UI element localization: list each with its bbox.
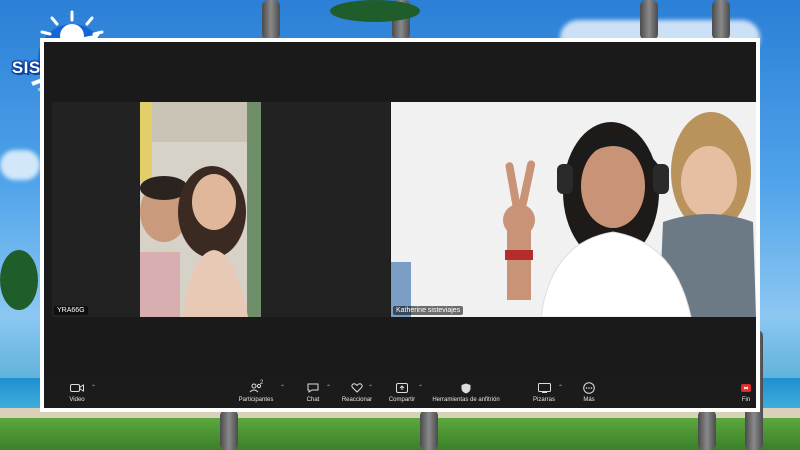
participant-1-name: YRA66G <box>54 306 88 315</box>
meeting-controls-bar: Video ⌃ 2 Participantes ⌃ Chat ⌃ Reaccio… <box>44 380 756 408</box>
host-tools-label: Herramientas de anfitrión <box>432 397 500 403</box>
share-button[interactable]: Compartir <box>382 380 422 408</box>
more-dots-icon <box>583 380 595 396</box>
react-options-chevron-icon[interactable]: ⌃ <box>368 384 373 391</box>
video-options-chevron-icon[interactable]: ⌃ <box>91 384 96 391</box>
chat-options-chevron-icon[interactable]: ⌃ <box>326 384 331 391</box>
share-label: Compartir <box>388 397 416 403</box>
chat-bubble-icon <box>307 380 319 396</box>
participants-count: 2 <box>260 380 264 386</box>
video-button[interactable]: Video <box>62 380 92 408</box>
top-bar <box>44 42 756 100</box>
whiteboard-icon <box>537 380 551 396</box>
participant-1-video <box>52 102 390 317</box>
palm-trunk <box>712 0 730 40</box>
whiteboard-options-chevron-icon[interactable]: ⌃ <box>558 384 563 391</box>
participant-2-video <box>391 102 756 317</box>
participants-options-chevron-icon[interactable]: ⌃ <box>280 384 285 391</box>
participants-icon: 2 <box>249 380 263 396</box>
video-tile-participant-1[interactable]: YRA66G <box>52 102 390 317</box>
chat-label: Chat <box>306 397 320 403</box>
meeting-stage: YRA66G Katherine sisteviajes Video ⌃ 2 P… <box>44 42 756 408</box>
react-label: Reaccionar <box>341 397 373 403</box>
palm-leaves <box>330 0 420 22</box>
end-call-icon <box>740 380 752 396</box>
palm-trunk <box>640 0 658 40</box>
participants-button[interactable]: 2 Participantes <box>236 380 276 408</box>
whiteboard-label: Pizarras <box>532 397 555 403</box>
end-meeting-button[interactable]: Fin <box>736 380 756 408</box>
meeting-window: YRA66G Katherine sisteviajes Video ⌃ 2 P… <box>40 38 760 412</box>
palm-trunk <box>698 410 716 450</box>
more-label: Más <box>583 397 595 403</box>
grass <box>0 418 800 450</box>
video-camera-icon <box>70 380 84 396</box>
more-button[interactable]: Más <box>574 380 604 408</box>
cloud <box>0 150 40 180</box>
palm-leaves <box>0 250 38 310</box>
participants-label: Participantes <box>238 397 274 403</box>
host-tools-button[interactable]: Herramientas de anfitrión <box>430 380 502 408</box>
participant-2-name: Katherine sisteviajes <box>393 306 464 315</box>
end-label: Fin <box>741 397 751 403</box>
palm-trunk <box>220 410 238 450</box>
palm-trunk <box>262 0 280 40</box>
heart-icon <box>351 380 363 396</box>
video-label: Video <box>69 397 85 403</box>
shield-icon <box>461 380 471 396</box>
palm-trunk <box>420 410 438 450</box>
share-screen-icon <box>396 380 408 396</box>
chat-button[interactable]: Chat <box>298 380 328 408</box>
video-tile-participant-2[interactable]: Katherine sisteviajes <box>391 102 756 317</box>
share-options-chevron-icon[interactable]: ⌃ <box>418 384 423 391</box>
